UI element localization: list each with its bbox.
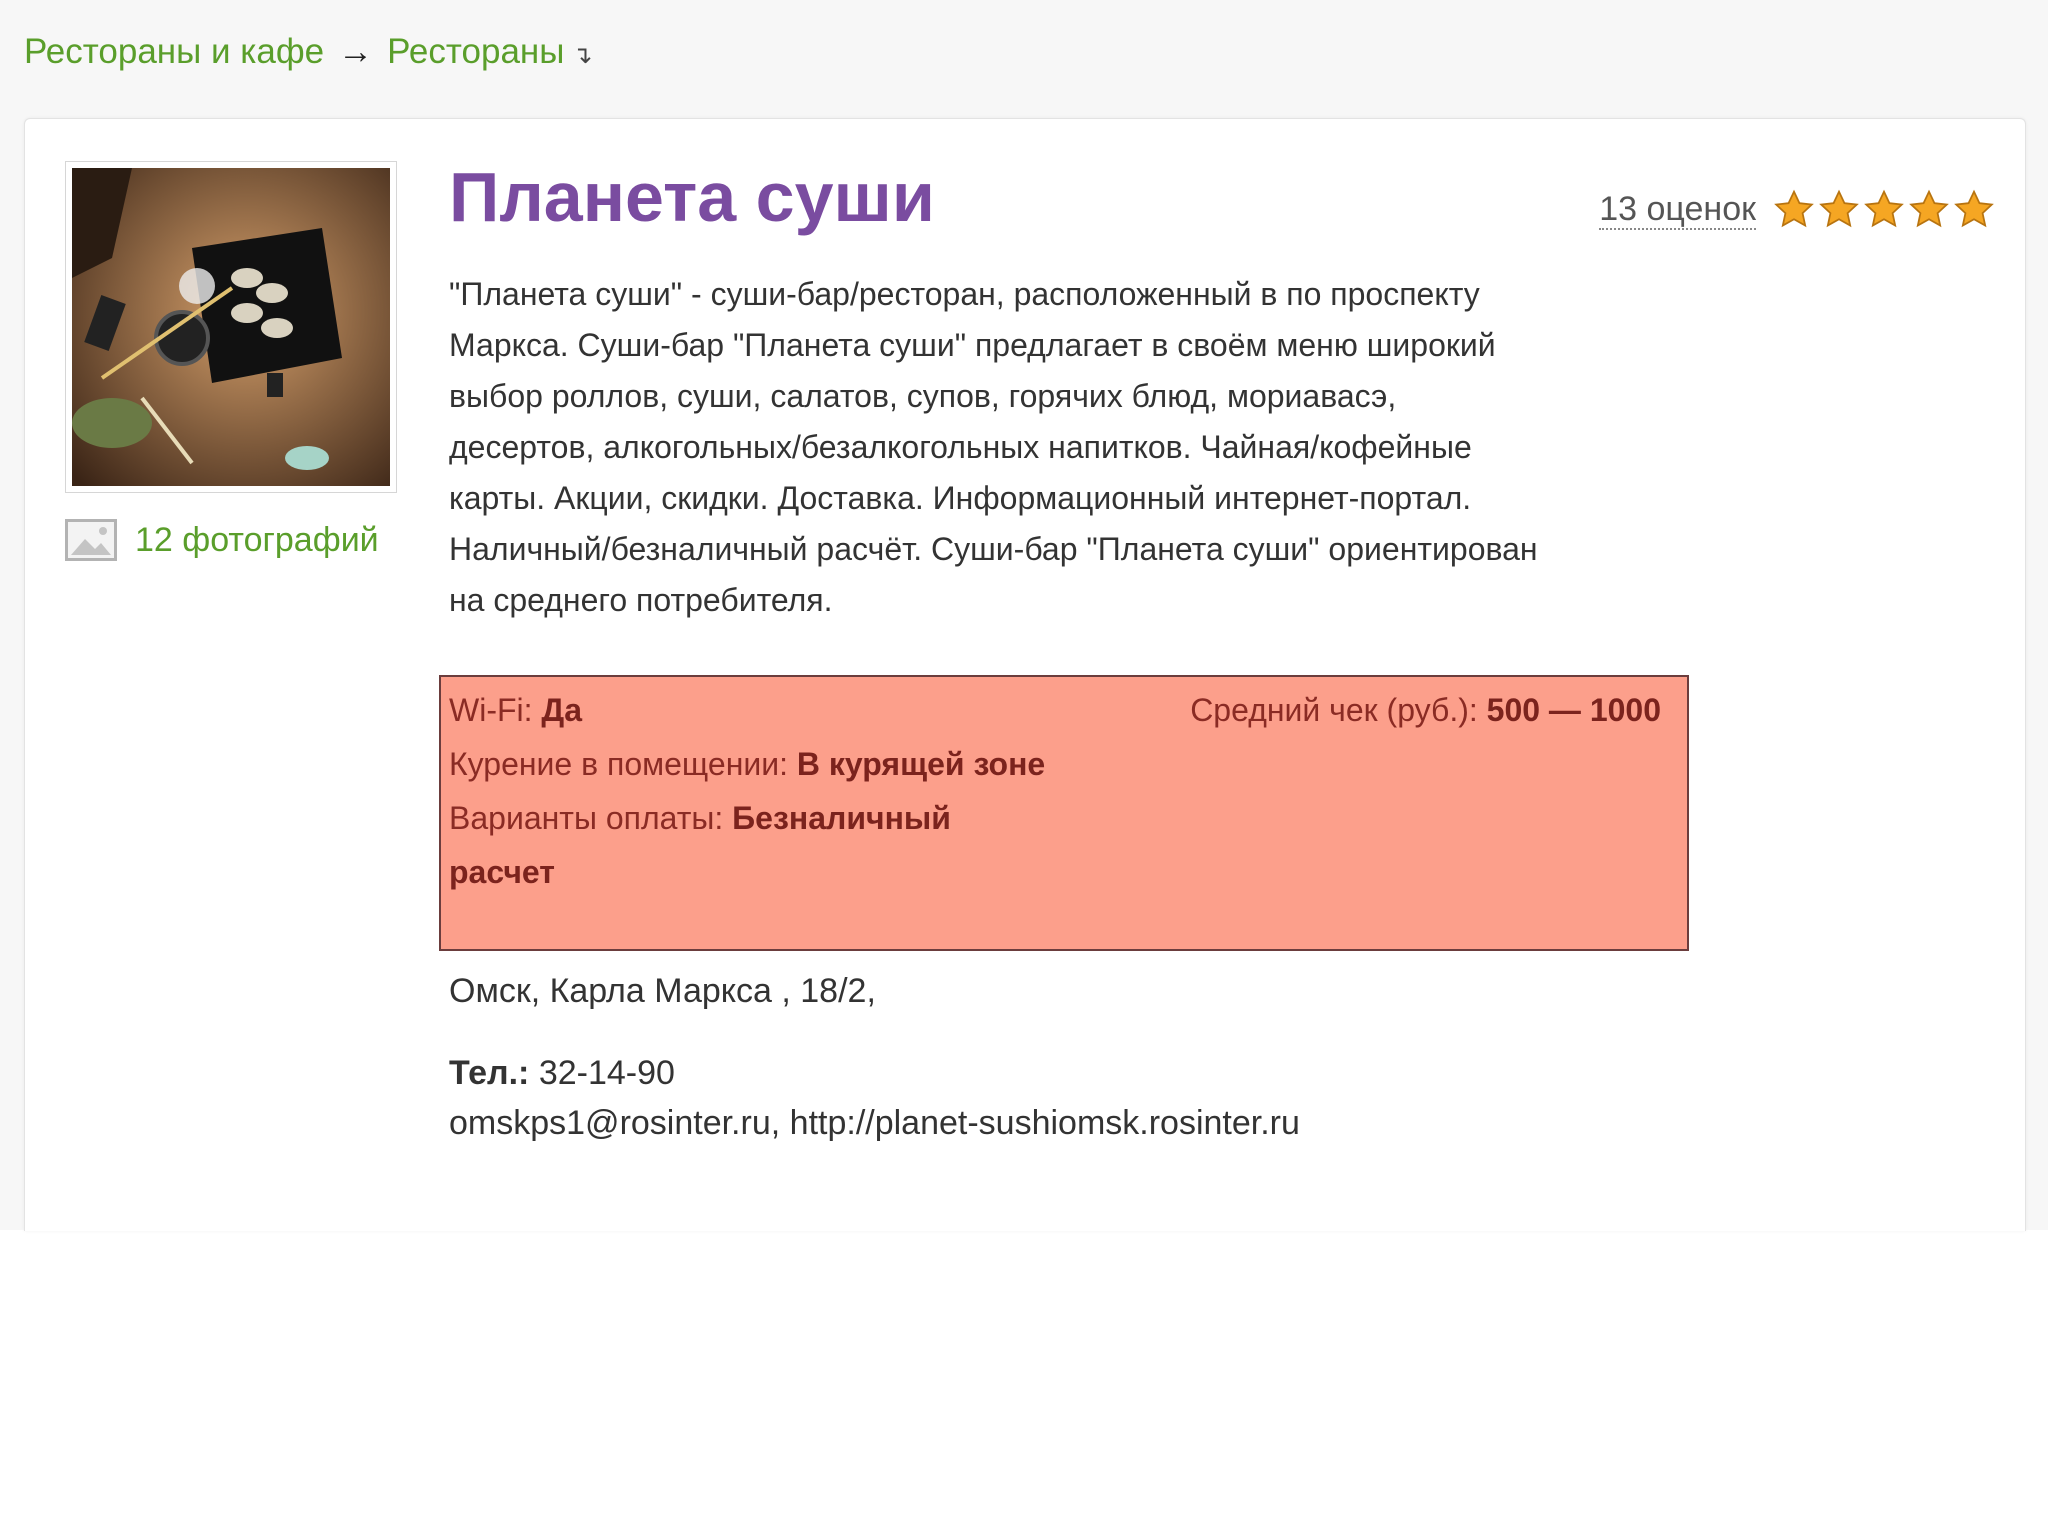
average-check-property: Средний чек (руб.): 500 — 1000 — [1190, 683, 1661, 737]
image-icon — [65, 519, 117, 561]
breadcrumb-dropdown-icon[interactable]: ↴ — [572, 42, 592, 69]
contact-separator: , — [770, 1104, 790, 1142]
restaurant-photo-image — [72, 168, 390, 486]
restaurant-description: "Планета суши" - суши-бар/ресторан, расп… — [449, 276, 1538, 618]
breadcrumb-separator: → — [338, 32, 374, 71]
contact-links: omskps1@rosinter.ru, http://planet-sushi… — [449, 1104, 1300, 1143]
phone-value: 32-14-90 — [538, 1054, 675, 1092]
address: Омск, Карла Маркса , 18/2, — [449, 972, 876, 1010]
smoking-label: Курение в помещении: — [449, 746, 788, 782]
star-icon[interactable] — [1908, 189, 1950, 231]
smoking-value: В курящей зоне — [796, 746, 1046, 782]
restaurant-card: 12 фотографий Планета суши 13 оценок "Пл… — [24, 118, 2026, 1231]
breadcrumb-restaurants[interactable]: Рестораны — [387, 32, 564, 71]
breadcrumb: Рестораны и кафе → Рестораны ↴ — [24, 32, 593, 72]
properties-highlight: Wi-Fi: Да Курение в помещении: В курящей… — [439, 675, 1689, 951]
email-link[interactable]: omskps1@rosinter.ru — [449, 1104, 771, 1142]
rating: 13 оценок — [1599, 189, 1995, 231]
payment-property: Варианты оплаты: Безналичный расчет — [449, 791, 1049, 899]
payment-label: Варианты оплаты: — [449, 800, 724, 836]
average-check-value: 500 — 1000 — [1486, 692, 1661, 728]
restaurant-photo[interactable] — [65, 161, 397, 493]
rating-count-link[interactable]: 13 оценок — [1599, 190, 1756, 230]
star-icon[interactable] — [1953, 189, 1995, 231]
star-icon[interactable] — [1818, 189, 1860, 231]
smoking-property: Курение в помещении: В курящей зоне — [449, 737, 1049, 791]
phone: Тел.: 32-14-90 — [449, 1054, 675, 1093]
website-link[interactable]: http://planet-sushiomsk.rosinter.ru — [790, 1104, 1300, 1142]
wifi-label: Wi-Fi: — [449, 692, 533, 728]
photos-link-row[interactable]: 12 фотографий — [65, 519, 379, 561]
average-check-label: Средний чек (руб.): — [1190, 692, 1478, 728]
restaurant-title: Планета суши — [449, 158, 935, 236]
phone-label: Тел.: — [449, 1054, 530, 1092]
properties-left-column: Wi-Fi: Да Курение в помещении: В курящей… — [449, 683, 1049, 899]
star-icon[interactable] — [1773, 189, 1815, 231]
wifi-property: Wi-Fi: Да — [449, 683, 1049, 737]
photos-count-link[interactable]: 12 фотографий — [135, 521, 379, 560]
breadcrumb-restaurants-cafes[interactable]: Рестораны и кафе — [24, 32, 324, 71]
star-icon[interactable] — [1863, 189, 1905, 231]
wifi-value: Да — [541, 692, 582, 728]
